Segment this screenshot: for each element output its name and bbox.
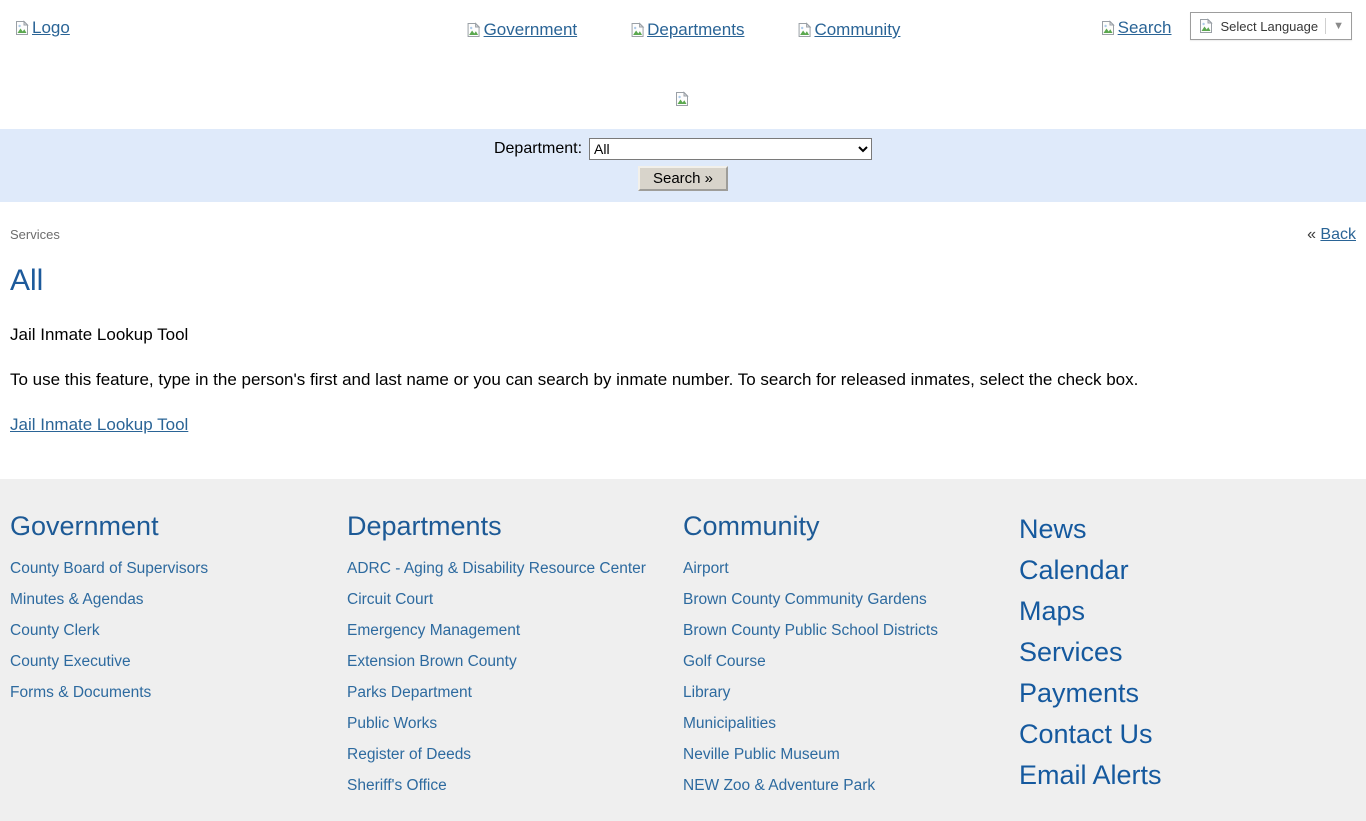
- jail-inmate-lookup-link[interactable]: Jail Inmate Lookup Tool: [10, 415, 188, 435]
- back-prefix: «: [1307, 226, 1316, 243]
- search-label: Search: [1118, 18, 1172, 38]
- broken-image-icon: [1198, 18, 1214, 34]
- main-content: Services « Back All Jail Inmate Lookup T…: [0, 202, 1366, 435]
- nav-label: Community: [814, 20, 900, 40]
- footer-link[interactable]: Brown County Public School Districts: [683, 615, 1019, 646]
- broken-image-icon: [796, 22, 812, 38]
- nav-item-community[interactable]: Community: [796, 20, 900, 40]
- banner-image-row: [0, 58, 1366, 129]
- footer-link[interactable]: Parks Department: [347, 677, 683, 708]
- footer-column-departments: Departments ADRC - Aging & Disability Re…: [347, 509, 683, 801]
- footer-link[interactable]: Library: [683, 677, 1019, 708]
- search-link[interactable]: Search: [1100, 18, 1172, 38]
- footer-link-payments[interactable]: Payments: [1019, 673, 1366, 714]
- footer-link-maps[interactable]: Maps: [1019, 591, 1366, 632]
- broken-image-icon: [466, 22, 482, 38]
- footer-link-contact-us[interactable]: Contact Us: [1019, 714, 1366, 755]
- footer-link[interactable]: County Executive: [10, 646, 347, 677]
- department-search-band: Department: All Search »: [0, 129, 1366, 202]
- footer-link[interactable]: Public Works: [347, 708, 683, 739]
- page: Logo Government Departments Community Se…: [0, 0, 1366, 821]
- footer-link[interactable]: Register of Deeds: [347, 739, 683, 770]
- footer-column-community: Community Airport Brown County Community…: [683, 509, 1019, 801]
- page-title: All: [10, 264, 1356, 298]
- language-selector[interactable]: Select Language ▼: [1190, 12, 1352, 40]
- department-label: Department:: [494, 140, 582, 158]
- broken-image-icon: [1100, 20, 1116, 36]
- footer-link-news[interactable]: News: [1019, 509, 1366, 550]
- footer-link[interactable]: County Clerk: [10, 615, 347, 646]
- broken-image-icon: [14, 20, 30, 36]
- department-select[interactable]: All: [589, 138, 872, 160]
- header: Logo Government Departments Community Se…: [0, 0, 1366, 58]
- footer-link[interactable]: Golf Course: [683, 646, 1019, 677]
- footer-link[interactable]: Brown County Community Gardens: [683, 584, 1019, 615]
- footer-link[interactable]: Municipalities: [683, 708, 1019, 739]
- back-link-wrap: « Back: [1307, 226, 1356, 244]
- footer-column-quick-links: News Calendar Maps Services Payments Con…: [1019, 509, 1366, 796]
- divider: [1325, 18, 1326, 34]
- footer-link[interactable]: Emergency Management: [347, 615, 683, 646]
- search-button[interactable]: Search »: [638, 166, 728, 191]
- main-nav: Government Departments Community: [466, 20, 901, 40]
- footer-heading: Government: [10, 509, 347, 543]
- footer-column-government: Government County Board of Supervisors M…: [10, 509, 347, 708]
- footer-link[interactable]: ADRC - Aging & Disability Resource Cente…: [347, 553, 683, 584]
- back-link[interactable]: Back: [1320, 226, 1356, 243]
- footer-link[interactable]: NEW Zoo & Adventure Park: [683, 770, 1019, 801]
- logo-link[interactable]: Logo: [14, 18, 70, 38]
- page-description: To use this feature, type in the person'…: [10, 370, 1356, 390]
- dropdown-arrow-icon: ▼: [1333, 21, 1344, 32]
- breadcrumb: Services: [10, 227, 60, 242]
- nav-label: Departments: [647, 20, 744, 40]
- footer-link[interactable]: County Board of Supervisors: [10, 553, 347, 584]
- footer-link[interactable]: Extension Brown County: [347, 646, 683, 677]
- footer-link-services[interactable]: Services: [1019, 632, 1366, 673]
- footer-link[interactable]: Neville Public Museum: [683, 739, 1019, 770]
- footer: Government County Board of Supervisors M…: [0, 479, 1366, 821]
- header-right: Search Select Language ▼: [1100, 12, 1352, 40]
- nav-item-government[interactable]: Government: [466, 20, 578, 40]
- footer-heading: Community: [683, 509, 1019, 543]
- footer-link[interactable]: Forms & Documents: [10, 677, 347, 708]
- language-selector-label: Select Language: [1221, 19, 1319, 34]
- footer-link[interactable]: Circuit Court: [347, 584, 683, 615]
- footer-link[interactable]: Minutes & Agendas: [10, 584, 347, 615]
- nav-item-departments[interactable]: Departments: [629, 20, 744, 40]
- logo-alt-text: Logo: [32, 18, 70, 38]
- footer-link-email-alerts[interactable]: Email Alerts: [1019, 755, 1366, 796]
- broken-image-icon: [629, 22, 645, 38]
- footer-link-calendar[interactable]: Calendar: [1019, 550, 1366, 591]
- footer-heading: Departments: [347, 509, 683, 543]
- nav-label: Government: [484, 20, 578, 40]
- broken-image-icon: [674, 91, 690, 107]
- footer-link[interactable]: Airport: [683, 553, 1019, 584]
- page-subtitle: Jail Inmate Lookup Tool: [10, 325, 1356, 345]
- footer-link[interactable]: Sheriff's Office: [347, 770, 683, 801]
